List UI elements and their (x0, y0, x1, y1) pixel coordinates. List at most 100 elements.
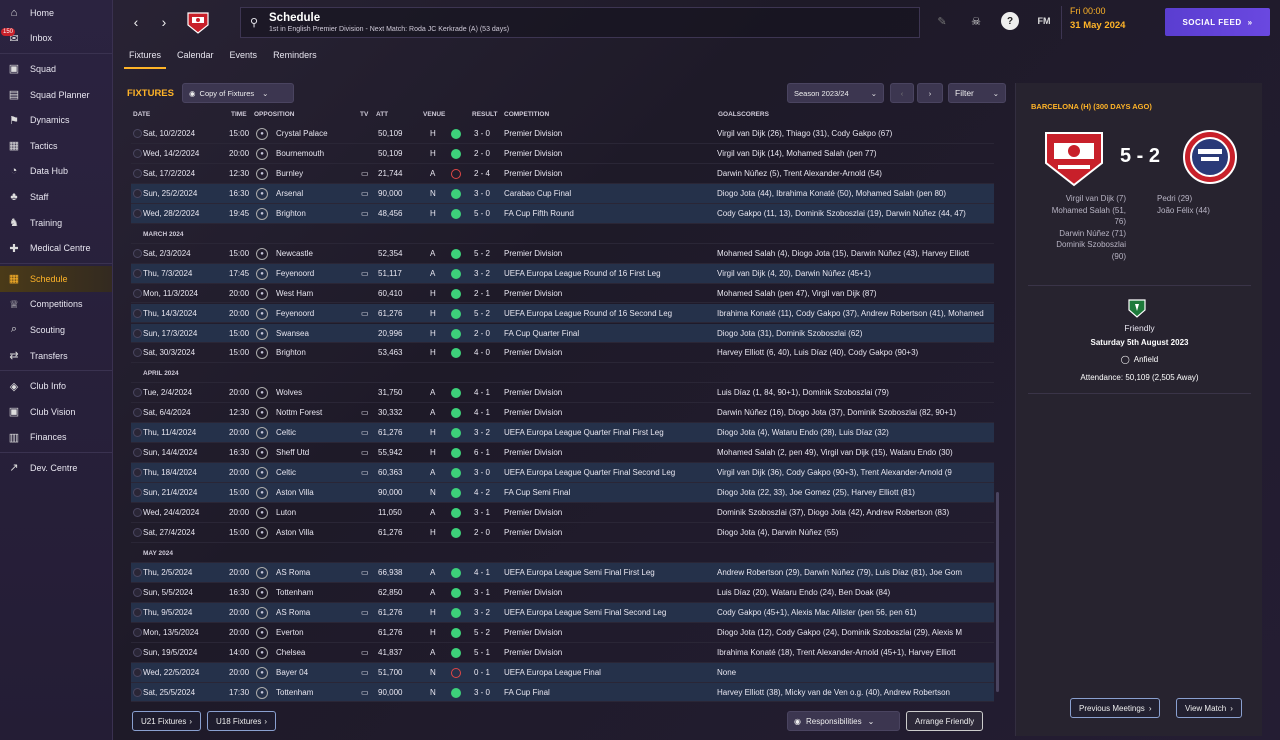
opponent-link[interactable]: Chelsea (276, 648, 305, 657)
col-result[interactable]: RESULT (472, 111, 498, 118)
view-match-button[interactable]: View Match › (1176, 698, 1242, 718)
fixture-row[interactable]: Wed, 14/2/2024 20:00 ● Bournemouth 50,109 H 2 … (131, 144, 994, 164)
opponent-link[interactable]: Aston Villa (276, 488, 314, 497)
back-arrow-icon[interactable]: ‹ (125, 11, 147, 33)
opponent-link[interactable]: Sheff Utd (276, 448, 309, 457)
sidebar-item-club-info[interactable]: ◈ Club Info (0, 373, 112, 399)
competition-link[interactable]: UEFA Europa League Semi Final Second Leg (504, 608, 666, 617)
fixture-row[interactable]: Sun, 25/2/2024 16:30 ● Arsenal ▭ 90,000 N 3 - 0… (131, 183, 994, 204)
u21-fixtures-button[interactable]: U21 Fixtures › (132, 711, 202, 731)
col-date[interactable]: DATE (133, 111, 150, 118)
competition-link[interactable]: FA Cup Quarter Final (504, 329, 579, 338)
competition-link[interactable]: FA Cup Final (504, 688, 550, 697)
fixture-row[interactable]: Thu, 9/5/2024 20:00 ● AS Roma ▭ 61,276 H 3 - 2 U… (131, 602, 994, 623)
filter-button[interactable]: Filter ⌄ (948, 83, 1006, 103)
fixture-row[interactable]: Wed, 24/4/2024 20:00 ● Luton 11,050 A 3 - 1 Pre… (131, 503, 994, 523)
fixture-row[interactable]: Thu, 14/3/2024 20:00 ● Feyenoord ▭ 61,276 H 5 -… (131, 303, 994, 324)
tab-reminders[interactable]: Reminders (268, 46, 322, 69)
opponent-link[interactable]: Celtic (276, 428, 296, 437)
sidebar-item-training[interactable]: ♞ Training (0, 210, 112, 236)
arrange-friendly-button[interactable]: Arrange Friendly (906, 711, 984, 731)
competition-link[interactable]: UEFA Europa League Round of 16 Second Le… (504, 309, 672, 318)
competition-link[interactable]: Premier Division (504, 628, 562, 637)
opponent-link[interactable]: Bayer 04 (276, 668, 308, 677)
sidebar-item-tactics[interactable]: ▦ Tactics (0, 133, 112, 159)
copy-fixtures-button[interactable]: ◉ Copy of Fixtures ⌄ (181, 83, 294, 103)
fixture-row[interactable]: Wed, 28/2/2024 19:45 ● Brighton ▭ 48,456 H 5 - … (131, 203, 994, 224)
sidebar-item-club-vision[interactable]: ▣ Club Vision (0, 399, 112, 425)
competition-link[interactable]: Premier Division (504, 289, 562, 298)
sidebar-item-dev-centre[interactable]: ↗ Dev. Centre (0, 455, 112, 481)
col-competition[interactable]: COMPETITION (504, 111, 549, 118)
competition-link[interactable]: FA Cup Semi Final (504, 488, 570, 497)
opponent-link[interactable]: Crystal Palace (276, 129, 328, 138)
fixture-row[interactable]: Mon, 13/5/2024 20:00 ● Everton 61,276 H 5 - 2 P… (131, 623, 994, 643)
fixture-row[interactable]: Sat, 30/3/2024 15:00 ● Brighton 53,463 H 4 - 0… (131, 343, 994, 364)
previous-meetings-button[interactable]: Previous Meetings › (1070, 698, 1161, 718)
scrollbar[interactable] (996, 492, 999, 692)
fixture-row[interactable]: Wed, 22/5/2024 20:00 ● Bayer 04 ▭ 51,700 N 0 - … (131, 662, 994, 683)
opponent-link[interactable]: Celtic (276, 468, 296, 477)
responsibilities-button[interactable]: ◉ Responsibilities ⌄ (787, 711, 900, 731)
competition-link[interactable]: FA Cup Fifth Round (504, 209, 574, 218)
sidebar-item-staff[interactable]: ♣ Staff (0, 184, 112, 210)
sidebar-item-inbox[interactable]: ✉ 150 Inbox (0, 26, 112, 52)
fixture-row[interactable]: Sun, 19/5/2024 14:00 ● Chelsea ▭ 41,837 A 5 - 1… (131, 643, 994, 663)
fixture-row[interactable]: Mon, 11/3/2024 20:00 ● West Ham 60,410 H 2 - 1… (131, 284, 994, 304)
opponent-link[interactable]: Luton (276, 508, 296, 517)
fixture-row[interactable]: Sat, 27/4/2024 15:00 ● Aston Villa 61,276 H 2 … (131, 523, 994, 543)
sidebar-item-schedule[interactable]: ▦ Schedule (0, 265, 112, 292)
fixture-row[interactable]: Sun, 5/5/2024 16:30 ● Tottenham 62,850 A 3 - 1… (131, 583, 994, 603)
col-venue[interactable]: VENUE (423, 111, 445, 118)
fixture-row[interactable]: Sat, 2/3/2024 15:00 ● Newcastle 52,354 A 5 - 2… (131, 244, 994, 264)
fixture-row[interactable]: Thu, 18/4/2024 20:00 ● Celtic ▭ 60,363 A 3 - 0 U… (131, 463, 994, 484)
competition-link[interactable]: Premier Division (504, 448, 562, 457)
competition-link[interactable]: Premier Division (504, 408, 562, 417)
fixture-row[interactable]: Thu, 7/3/2024 17:45 ● Feyenoord ▭ 51,117 A 3 - … (131, 263, 994, 284)
competition-link[interactable]: Premier Division (504, 528, 562, 537)
competition-link[interactable]: UEFA Europa League Quarter Final First L… (504, 428, 664, 437)
competition-link[interactable]: Premier Division (504, 508, 562, 517)
sidebar-item-home[interactable]: ⌂ Home (0, 0, 112, 26)
opponent-link[interactable]: Everton (276, 628, 304, 637)
opponent-link[interactable]: Wolves (276, 388, 302, 397)
fixture-row[interactable]: Sun, 14/4/2024 16:30 ● Sheff Utd ▭ 55,942 H 6 -… (131, 443, 994, 464)
sidebar-item-competitions[interactable]: ♕ Competitions (0, 292, 112, 318)
competition-link[interactable]: UEFA Europa League Quarter Final Second … (504, 468, 675, 477)
fixture-row[interactable]: Sat, 6/4/2024 12:30 ● Nottm Forest ▭ 30,332 A 4… (131, 403, 994, 424)
competition-link[interactable]: Premier Division (504, 249, 562, 258)
competition-link[interactable]: Premier Division (504, 588, 562, 597)
forward-arrow-icon[interactable]: › (153, 11, 175, 33)
opponent-link[interactable]: Newcastle (276, 249, 313, 258)
fm-logo-icon[interactable]: FM (1035, 12, 1053, 30)
sidebar-item-medical-centre[interactable]: ✚ Medical Centre (0, 235, 112, 261)
fixture-row[interactable]: Sat, 25/5/2024 17:30 ● Tottenham ▭ 90,000 N 3 -… (131, 682, 994, 703)
opponent-link[interactable]: Tottenham (276, 588, 313, 597)
opponent-link[interactable]: AS Roma (276, 568, 310, 577)
competition-link[interactable]: Premier Division (504, 348, 562, 357)
col-time[interactable]: TIME (231, 111, 247, 118)
date-box[interactable]: Fri 00:00 31 May 2024 (1061, 6, 1157, 39)
opponent-link[interactable]: Swansea (276, 329, 309, 338)
competition-link[interactable]: UEFA Europa League Final (504, 668, 601, 677)
fixture-row[interactable]: Sat, 17/2/2024 12:30 ● Burnley ▭ 21,744 A 2 - 4… (131, 164, 994, 184)
competition-link[interactable]: Carabao Cup Final (504, 189, 571, 198)
competition-link[interactable]: Premier Division (504, 648, 562, 657)
search-icon[interactable]: ⚲ (245, 14, 263, 32)
sidebar-item-dynamics[interactable]: ⚑ Dynamics (0, 107, 112, 133)
opponent-link[interactable]: Brighton (276, 209, 306, 218)
home-crest-icon[interactable] (1040, 129, 1108, 187)
opponent-link[interactable]: Bournemouth (276, 149, 324, 158)
col-tv[interactable]: TV (360, 111, 368, 118)
u18-fixtures-button[interactable]: U18 Fixtures › (207, 711, 277, 731)
club-crest-icon[interactable] (185, 9, 211, 35)
opponent-link[interactable]: Burnley (276, 169, 303, 178)
competition-link[interactable]: Premier Division (504, 149, 562, 158)
opponent-link[interactable]: AS Roma (276, 608, 310, 617)
season-next-button[interactable]: › (917, 83, 943, 103)
col-opposition[interactable]: OPPOSITION (254, 111, 294, 118)
col-goalscorers[interactable]: GOALSCORERS (718, 111, 769, 118)
opponent-link[interactable]: Brighton (276, 348, 306, 357)
season-select[interactable]: Season 2023/24 ⌄ (787, 83, 884, 103)
tab-calendar[interactable]: Calendar (172, 46, 219, 69)
